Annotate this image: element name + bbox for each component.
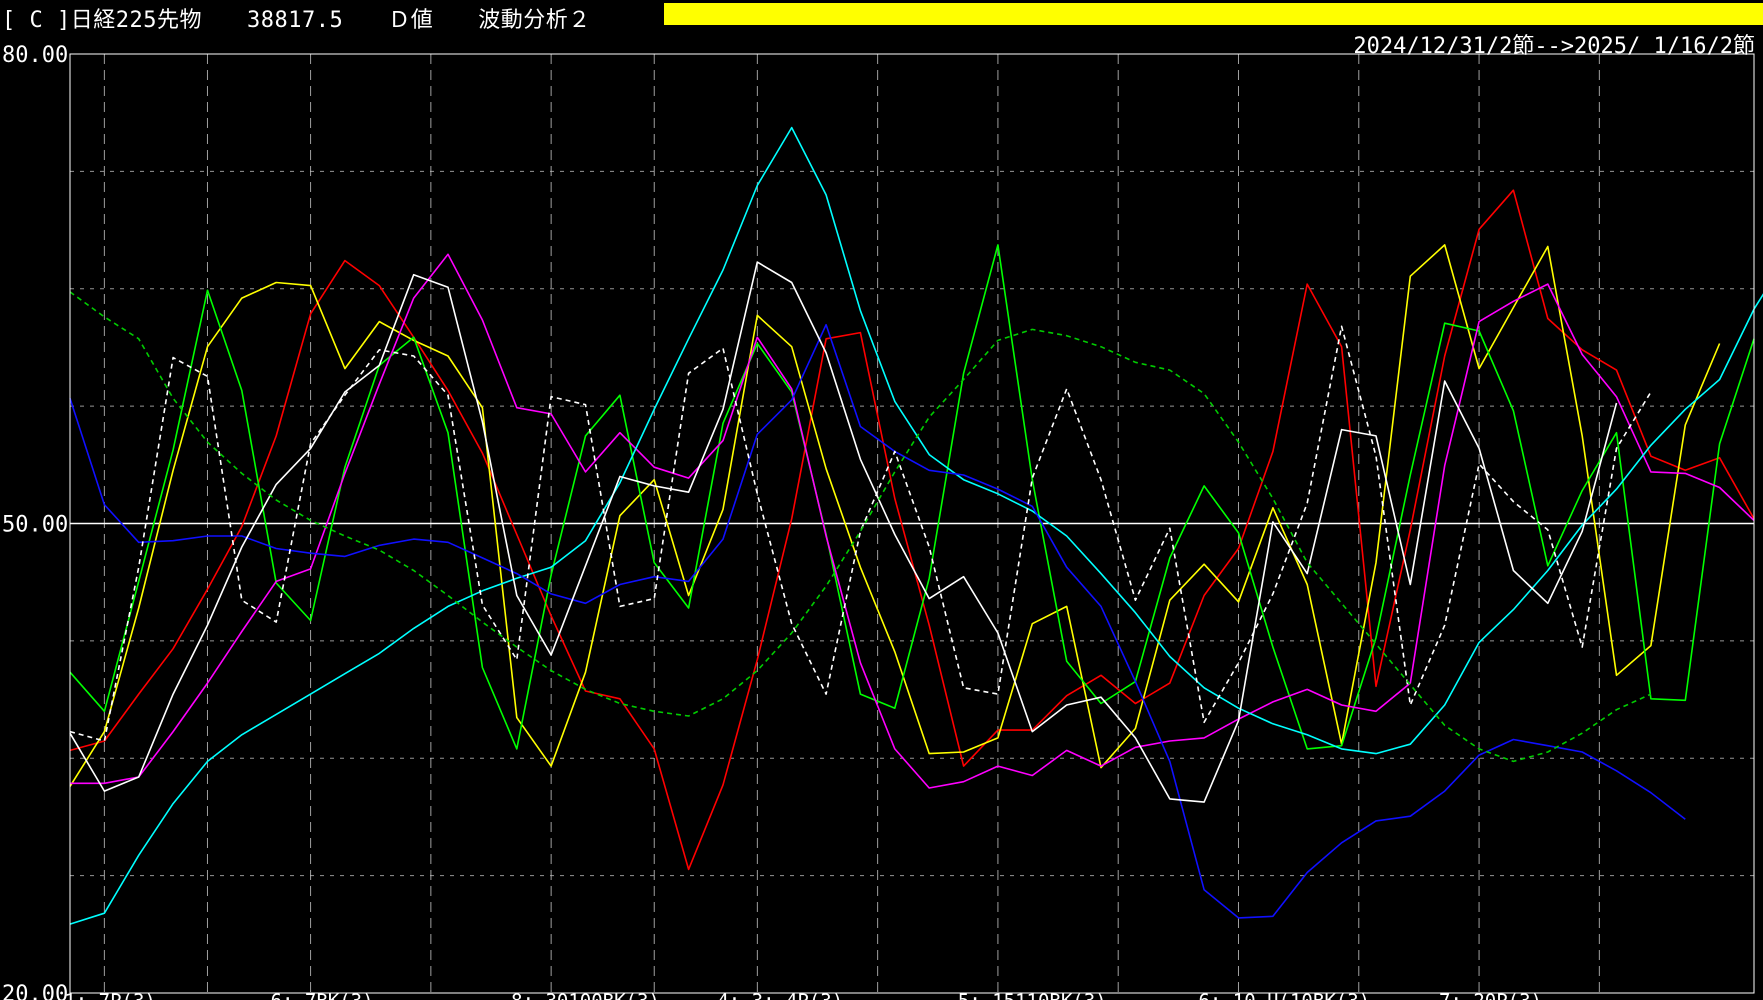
y-tick-label: 50.00 [2, 513, 68, 538]
wave-analysis-chart: 80.00 50.00 20.001: 7P(3) 6: 7BK(3) 8: 30100… [2, 43, 1763, 1000]
x-tick-label: 7: 20P(3) [1439, 990, 1542, 1000]
x-tick-label: 8: 30100BK(3) [511, 990, 660, 1000]
series-line-3 [69, 244, 1755, 750]
y-tick-label: 80.00 [2, 43, 68, 68]
chart-labels: 80.00 50.00 20.001: 7P(3) 6: 7BK(3) 8: 30100… [2, 43, 1542, 1000]
x-tick-label: 5: 15110BK(3) [958, 990, 1107, 1000]
series-line-4 [70, 253, 1755, 789]
x-tick-label: 6: 7BK(3) [271, 990, 374, 1000]
x-tick-label: 6: 10 U(10BK(3) [1198, 990, 1370, 1000]
chart-series [69, 126, 1763, 925]
y-tick-label: 20.00 [2, 982, 68, 1000]
x-tick-label: 4: 3: 4P(3) [717, 990, 843, 1000]
x-tick-label: 1: 7P(3) [64, 990, 156, 1000]
chart-grid [70, 54, 1754, 993]
series-line-8 [69, 325, 1652, 742]
